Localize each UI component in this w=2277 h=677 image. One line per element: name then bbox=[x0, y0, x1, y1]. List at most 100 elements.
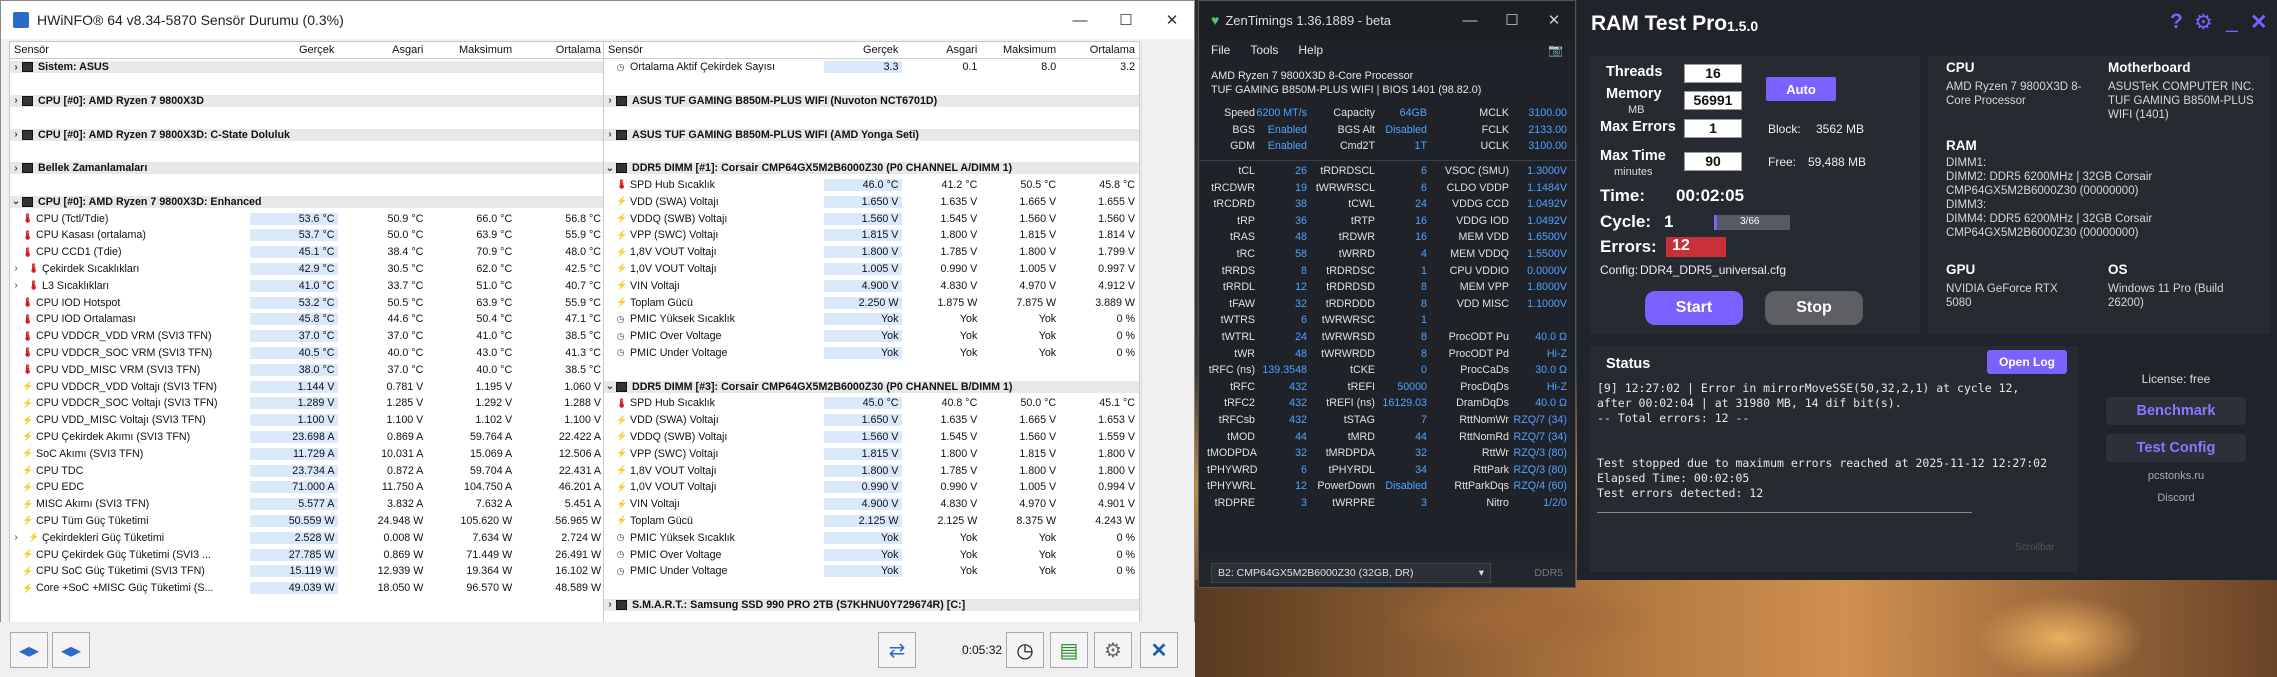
sensor-group[interactable]: › ASUS TUF GAMING B850M-PLUS WIFI (Nuvoto… bbox=[604, 92, 1139, 110]
sensor-row[interactable]: ⚡ CPU SoC Güç Tüketimi (SVI3 TFN) 15.119 W… bbox=[10, 563, 605, 580]
column-header-cell[interactable]: Maksimum bbox=[981, 42, 1060, 58]
auto-button[interactable]: Auto bbox=[1766, 77, 1836, 101]
minimize-button[interactable]: — bbox=[1449, 1, 1491, 39]
sensor-row[interactable]: ⚡ Toplam Gücü 2.125 W 2.125 W 8.375 W 4.243 W bbox=[604, 513, 1139, 530]
minimize-button[interactable]: — bbox=[1057, 1, 1103, 39]
sensor-row[interactable]: ⚡ 1,8V VOUT Voltajı 1.800 V 1.785 V 1.800 V1… bbox=[604, 462, 1139, 479]
start-button[interactable]: Start bbox=[1645, 291, 1743, 325]
chevron-right-icon[interactable]: › bbox=[604, 95, 616, 106]
sensor-row[interactable]: ⚡ CPU VDDCR_SOC Voltajı (SVI3 TFN) 1.289 V… bbox=[10, 395, 605, 412]
nav-left-icon[interactable]: ◂▸ bbox=[10, 632, 48, 668]
sensor-group-name[interactable]: ⌄ DDR5 DIMM [#3]: Corsair CMP64GX5M2B6000… bbox=[604, 380, 1139, 393]
sensor-group-name[interactable]: › CPU [#0]: AMD Ryzen 7 9800X3D: C-State … bbox=[10, 128, 605, 141]
sensor-group-name[interactable]: › ASUS TUF GAMING B850M-PLUS WIFI (AMD Yo… bbox=[604, 128, 1139, 141]
column-header-cell[interactable]: Maksimum bbox=[427, 42, 516, 58]
sensor-row[interactable]: ⚡ CPU TDC 23.734 A 0.872 A 59.704 A 22.431 A bbox=[10, 462, 605, 479]
sensor-group[interactable]: › ASUS TUF GAMING B850M-PLUS WIFI (AMD Yo… bbox=[604, 126, 1139, 143]
sensor-pane-left[interactable]: Sensör Gerçek Asgari Maksimum Ortalama › Sist… bbox=[9, 41, 606, 623]
sensor-row[interactable]: ⚡ CPU EDC 71.000 A 11.750 A 104.750 A 46.201 … bbox=[10, 479, 605, 496]
sensor-row[interactable]: ◷ Ortalama Aktif Çekirdek Sayısı 3.3 0.1 8.0… bbox=[604, 59, 1139, 76]
column-header-cell[interactable]: Gerçek bbox=[250, 42, 339, 58]
sensor-row[interactable]: › 🌡 L3 Sıcaklıkları 41.0 °C 33.7 °C 51.0 °C 40… bbox=[10, 277, 605, 294]
stop-button[interactable]: Stop bbox=[1765, 291, 1863, 325]
discord-link[interactable]: Discord bbox=[2106, 492, 2246, 504]
report-icon[interactable]: ▤ bbox=[1050, 632, 1088, 668]
sensor-row[interactable]: ⚡ CPU VDDCR_VDD Voltajı (SVI3 TFN) 1.144 V… bbox=[10, 378, 605, 395]
sensor-group-name[interactable]: › CPU [#0]: AMD Ryzen 7 9800X3D bbox=[10, 94, 605, 107]
threads-input[interactable]: 16 bbox=[1684, 64, 1742, 83]
sensor-group-name[interactable]: › S.M.A.R.T.: Samsung SSD 990 PRO 2TB (S7… bbox=[604, 598, 1139, 611]
sensor-row[interactable]: › ⚡ Çekirdekleri Güç Tüketimi 2.528 W 0.008 … bbox=[10, 529, 605, 546]
sensor-row[interactable]: ◷ PMIC Over Voltage Yok Yok Yok 0 % bbox=[604, 546, 1139, 563]
maximize-button[interactable]: ☐ bbox=[1491, 1, 1533, 39]
sensor-row[interactable]: › 🌡 Çekirdek Sıcaklıkları 42.9 °C 30.5 °C 62.… bbox=[10, 261, 605, 278]
chevron-right-icon[interactable]: › bbox=[10, 263, 22, 274]
minimize-icon[interactable]: _ bbox=[2226, 10, 2238, 34]
sensor-row[interactable]: 🌡 CPU Kasası (ortalama) 53.7 °C 50.0 °C 63.9… bbox=[10, 227, 605, 244]
max-errors-input[interactable]: 1 bbox=[1684, 119, 1742, 138]
sensor-row[interactable]: ◷ PMIC Under Voltage Yok Yok Yok 0 % bbox=[604, 345, 1139, 362]
column-header-cell[interactable]: Asgari bbox=[902, 42, 981, 58]
sensor-group-name[interactable]: › ASUS TUF GAMING B850M-PLUS WIFI (Nuvoto… bbox=[604, 94, 1139, 107]
chevron-down-icon[interactable]: ⌄ bbox=[604, 163, 616, 174]
sensor-pane-right[interactable]: Sensör Gerçek Asgari Maksimum Ortalama ◷ Orta… bbox=[603, 41, 1140, 623]
column-header-cell[interactable]: Sensör bbox=[604, 42, 824, 58]
menu-tools[interactable]: Tools bbox=[1250, 43, 1278, 57]
sensor-row[interactable]: ⚡ Toplam Gücü 2.250 W 1.875 W 7.875 W 3.889 W bbox=[604, 294, 1139, 311]
hwinfo-titlebar[interactable]: HWiNFO® 64 v8.34-5870 Sensör Durumu (0.3… bbox=[1, 1, 1194, 39]
sensor-row[interactable]: ⚡ 1,0V VOUT Voltajı 1.005 V 0.990 V 1.005 V0… bbox=[604, 261, 1139, 278]
sensor-row[interactable]: ⚡ CPU VDD_MISC Voltajı (SVI3 TFN) 1.100 V1… bbox=[10, 412, 605, 429]
chevron-right-icon[interactable]: › bbox=[10, 95, 22, 106]
chevron-right-icon[interactable]: › bbox=[604, 129, 616, 140]
sensor-group-name[interactable]: › Bellek Zamanlamaları bbox=[10, 162, 605, 175]
sensor-row[interactable]: 🌡 CPU VDDCR_SOC VRM (SVI3 TFN) 40.5 °C 40.0… bbox=[10, 345, 605, 362]
chevron-right-icon[interactable]: › bbox=[10, 62, 22, 73]
sensor-row[interactable]: ⚡ VDDQ (SWB) Voltajı 1.560 V 1.545 V 1.560 V… bbox=[604, 429, 1139, 446]
memory-input[interactable]: 56991 bbox=[1684, 91, 1742, 110]
sensor-row[interactable]: ⚡ VPP (SWC) Voltajı 1.815 V 1.800 V 1.815 V1… bbox=[604, 227, 1139, 244]
test-config-button[interactable]: Test Config bbox=[2106, 434, 2246, 462]
sensor-group[interactable]: ⌄ CPU [#0]: AMD Ryzen 7 9800X3D: Enhanced bbox=[10, 193, 605, 211]
close-button[interactable]: ✕ bbox=[1533, 1, 1575, 39]
sensor-row[interactable]: ◷ PMIC Over Voltage Yok Yok Yok 0 % bbox=[604, 328, 1139, 345]
close-icon[interactable]: ✕ bbox=[2250, 10, 2268, 35]
column-header-cell[interactable]: Asgari bbox=[338, 42, 427, 58]
clock-icon[interactable]: ◷ bbox=[1006, 632, 1044, 668]
sensor-row[interactable]: 🌡 CPU VDD_MISC VRM (SVI3 TFN) 38.0 °C 37.0 … bbox=[10, 361, 605, 378]
max-time-input[interactable]: 90 bbox=[1684, 152, 1742, 171]
sensor-row[interactable]: ⚡ 1,8V VOUT Voltajı 1.800 V 1.785 V 1.800 V1… bbox=[604, 244, 1139, 261]
sensor-group-name[interactable]: ⌄ DDR5 DIMM [#1]: Corsair CMP64GX5M2B6000… bbox=[604, 162, 1139, 175]
camera-icon[interactable]: 📷 bbox=[1548, 43, 1563, 57]
sensor-group[interactable]: › CPU [#0]: AMD Ryzen 7 9800X3D bbox=[10, 92, 605, 110]
sensor-row[interactable]: 🌡 SPD Hub Sıcaklık 45.0 °C 40.8 °C 50.0 °C 45… bbox=[604, 395, 1139, 412]
sensor-row[interactable]: ⚡ CPU Çekirdek Akımı (SVI3 TFN) 23.698 A 0.… bbox=[10, 429, 605, 446]
sensor-row[interactable]: ⚡ SoC Akımı (SVI3 TFN) 11.729 A 10.031 A 15.… bbox=[10, 445, 605, 462]
sensor-row[interactable]: 🌡 CPU IOD Hotspot 53.2 °C 50.5 °C 63.9 °C 55.… bbox=[10, 294, 605, 311]
column-header-cell[interactable]: Ortalama bbox=[1060, 42, 1139, 58]
chevron-right-icon[interactable]: › bbox=[10, 163, 22, 174]
sensor-row[interactable]: 🌡 SPD Hub Sıcaklık 46.0 °C 41.2 °C 50.5 °C 45… bbox=[604, 177, 1139, 194]
maximize-button[interactable]: ☐ bbox=[1103, 1, 1149, 39]
sensor-row[interactable]: ⚡ CPU Çekirdek Güç Tüketimi (SVI3 ... 27.7… bbox=[10, 546, 605, 563]
sensor-row[interactable]: ◷ PMIC Yüksek Sıcaklık Yok Yok Yok 0 % bbox=[604, 529, 1139, 546]
column-header-cell[interactable]: Gerçek bbox=[824, 42, 903, 58]
settings-gear-icon[interactable]: ⚙ bbox=[1094, 632, 1132, 668]
sensor-row[interactable]: ◷ PMIC Under Voltage Yok Yok Yok 0 % bbox=[604, 563, 1139, 580]
close-button[interactable]: ✕ bbox=[1149, 1, 1195, 39]
sensor-row[interactable]: 🌡 CPU (Tctl/Tdie) 53.6 °C 50.9 °C 66.0 °C 56.… bbox=[10, 210, 605, 227]
sensor-group[interactable]: ⌄ DDR5 DIMM [#1]: Corsair CMP64GX5M2B6000… bbox=[604, 159, 1139, 177]
benchmark-button[interactable]: Benchmark bbox=[2106, 397, 2246, 425]
sensor-group-name[interactable]: › Sistem: ASUS bbox=[10, 61, 605, 74]
sensor-row[interactable]: 🌡 CPU CCD1 (Tdie) 45.1 °C 38.4 °C 70.9 °C 48.… bbox=[10, 244, 605, 261]
sensor-group[interactable]: ⌄ DDR5 DIMM [#3]: Corsair CMP64GX5M2B6000… bbox=[604, 378, 1139, 395]
settings-gear-icon[interactable]: ⚙ bbox=[2194, 10, 2213, 35]
sensor-row[interactable]: ⚡ VDD (SWA) Voltajı 1.650 V 1.635 V 1.665 V1… bbox=[604, 193, 1139, 210]
sensor-row[interactable]: ⚡ CPU Tüm Güç Tüketimi 50.559 W 24.948 W 105… bbox=[10, 513, 605, 530]
sensor-row[interactable]: 🌡 CPU VDDCR_VDD VRM (SVI3 TFN) 37.0 °C 37.0… bbox=[10, 328, 605, 345]
sensor-group-name[interactable]: ⌄ CPU [#0]: AMD Ryzen 7 9800X3D: Enhanced bbox=[10, 195, 605, 208]
scrollbar-right[interactable] bbox=[1141, 41, 1155, 623]
sensor-row[interactable]: ⚡ 1,0V VOUT Voltajı 0.990 V 0.990 V 1.005 V0… bbox=[604, 479, 1139, 496]
scrollbar-label[interactable]: Scrollbar bbox=[2015, 542, 2054, 553]
sensor-row[interactable]: ⚡ VPP (SWC) Voltajı 1.815 V 1.800 V 1.815 V1… bbox=[604, 445, 1139, 462]
sensor-row[interactable]: ⚡ VIN Voltajı 4.900 V 4.830 V 4.970 V 4.901 V bbox=[604, 496, 1139, 513]
